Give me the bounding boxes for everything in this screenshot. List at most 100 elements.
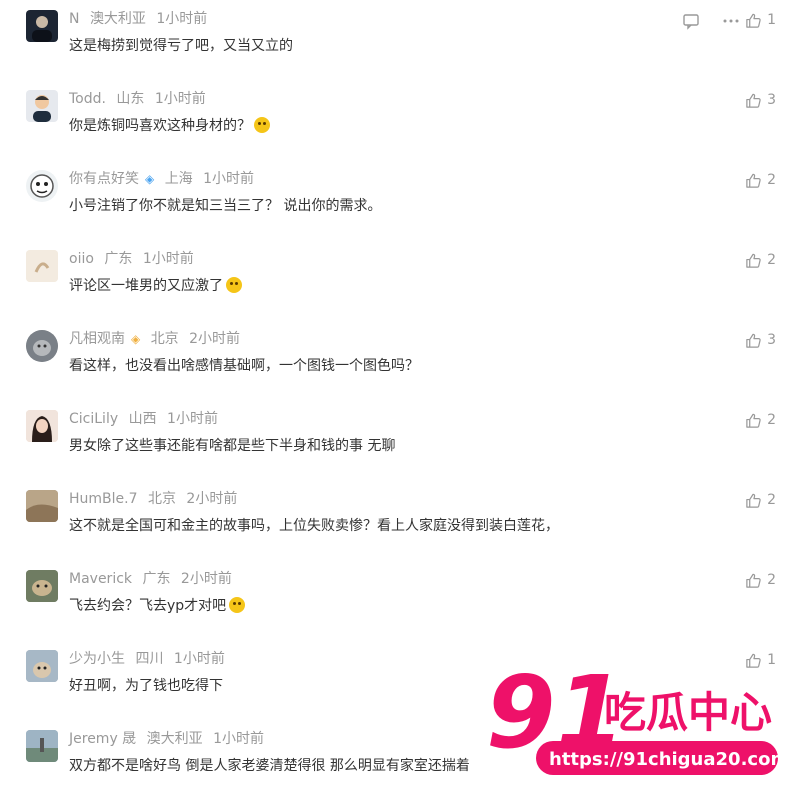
avatar[interactable] [26, 250, 58, 282]
timestamp: 2小时前 [180, 571, 232, 587]
comment-body: 这是梅捞到觉得亏了吧，又当又立的 [69, 38, 293, 54]
avatar[interactable] [26, 90, 58, 122]
location: 北京 [150, 331, 179, 347]
avatar[interactable] [26, 490, 58, 522]
comment-meta: oiio 广东 1小时前 [69, 250, 200, 268]
like-button[interactable]: 2 [745, 250, 776, 270]
comment-body: 你是炼铜吗喜欢这种身材的？ [69, 118, 251, 134]
location: 澳大利亚 [146, 731, 203, 747]
avatar[interactable] [26, 730, 58, 762]
username[interactable]: N [69, 11, 79, 27]
like-count: 1 [767, 12, 776, 28]
username[interactable]: oiio [69, 251, 94, 267]
comment-text: 这不就是全国可和金主的故事吗，上位失败卖惨？看上人家庭没得到装白莲花， [69, 516, 559, 536]
location: 四川 [135, 651, 164, 667]
comment-meta: N 澳大利亚 1小时前 [69, 10, 213, 28]
comment-text: 男女除了这些事还能有啥都是些下半身和钱的事 无聊 [69, 436, 395, 456]
comment-text: 好丑啊，为了钱也吃得下 [69, 676, 223, 696]
like-button[interactable]: 2 [745, 170, 776, 190]
comment-tools [682, 12, 740, 30]
timestamp: 1小时前 [154, 91, 206, 107]
username[interactable]: 凡相观南 [69, 331, 125, 347]
watermark-title: 吃瓜中心 [604, 688, 772, 737]
avatar[interactable] [26, 410, 58, 442]
comment-meta: CiciLily 山西 1小时前 [69, 410, 224, 428]
like-button[interactable]: 2 [745, 490, 776, 510]
comment-text: 你是炼铜吗喜欢这种身材的？ [69, 116, 270, 136]
comment-text: 评论区一堆男的又应激了 [69, 276, 242, 296]
username[interactable]: Maverick [69, 571, 132, 587]
username[interactable]: Jeremy 晟 [69, 731, 136, 747]
emoji-icon [254, 117, 270, 133]
like-button[interactable]: 3 [745, 90, 776, 110]
timestamp: 2小时前 [186, 491, 238, 507]
comment-meta: Jeremy 晟 澳大利亚 1小时前 [69, 730, 270, 748]
comment-text: 看这样，也没看出啥感情基础啊，一个图钱一个图色吗？ [69, 356, 419, 376]
avatar[interactable] [26, 170, 58, 202]
comment-body: 这不就是全国可和金主的故事吗，上位失败卖惨？看上人家庭没得到装白莲花， [69, 518, 559, 534]
comment-meta: Todd. 山东 1小时前 [69, 90, 212, 108]
thumbs-up-icon [746, 493, 761, 508]
comment-item: HumBle.7 北京 2小时前 这不就是全国可和金主的故事吗，上位失败卖惨？看… [0, 490, 800, 570]
timestamp: 1小时前 [203, 171, 255, 187]
thumbs-up-icon [746, 253, 761, 268]
comment-text: 飞去约会？飞去yp才对吧 [69, 596, 246, 616]
username[interactable]: CiciLily [69, 411, 118, 427]
username[interactable]: 你有点好笑 [69, 171, 139, 187]
avatar[interactable] [26, 570, 58, 602]
comment-text: 双方都不是啥好鸟 倒是人家老婆清楚得很 那么明显有家室还揣着 [69, 756, 470, 776]
avatar[interactable] [26, 330, 58, 362]
comment-meta: 你有点好笑 ◈ 上海 1小时前 [69, 170, 260, 188]
like-button[interactable]: 3 [745, 330, 776, 350]
thumbs-up-icon [746, 333, 761, 348]
like-button[interactable]: 2 [745, 410, 776, 430]
thumbs-up-icon [746, 13, 761, 28]
comment-meta: HumBle.7 北京 2小时前 [69, 490, 243, 508]
comment-item: oiio 广东 1小时前 评论区一堆男的又应激了 2 [0, 250, 800, 330]
verified-badge-icon: ◈ [145, 172, 155, 186]
comment-item: 你有点好笑 ◈ 上海 1小时前 小号注销了你不就是知三当三了？ 说出你的需求。 2 [0, 170, 800, 250]
timestamp: 1小时前 [213, 731, 265, 747]
username[interactable]: 少为小生 [69, 651, 125, 667]
like-count: 2 [767, 172, 776, 188]
location: 广东 [104, 251, 133, 267]
like-button[interactable]: 2 [745, 570, 776, 590]
reply-icon[interactable] [682, 12, 700, 30]
comment-item: Maverick 广东 2小时前 飞去约会？飞去yp才对吧 2 [0, 570, 800, 650]
comment-item: N 澳大利亚 1小时前 这是梅捞到觉得亏了吧，又当又立的 1 [0, 10, 800, 90]
location: 山西 [128, 411, 157, 427]
comment-body: 评论区一堆男的又应激了 [69, 278, 223, 294]
like-count: 2 [767, 252, 776, 268]
location: 上海 [164, 171, 193, 187]
comment-body: 飞去约会？飞去yp才对吧 [69, 598, 227, 614]
comment-body: 小号注销了你不就是知三当三了？ 说出你的需求。 [69, 198, 382, 214]
like-count: 3 [767, 92, 776, 108]
username[interactable]: Todd. [69, 91, 106, 107]
comment-item: Todd. 山东 1小时前 你是炼铜吗喜欢这种身材的？ 3 [0, 90, 800, 170]
member-badge-icon: ◈ [131, 332, 141, 346]
timestamp: 1小时前 [142, 251, 194, 267]
comment-text: 小号注销了你不就是知三当三了？ 说出你的需求。 [69, 196, 381, 216]
like-count: 2 [767, 412, 776, 428]
location: 澳大利亚 [89, 11, 146, 27]
comment-item: 凡相观南 ◈ 北京 2小时前 看这样，也没看出啥感情基础啊，一个图钱一个图色吗？ … [0, 330, 800, 410]
thumbs-up-icon [746, 573, 761, 588]
timestamp: 1小时前 [173, 651, 225, 667]
username[interactable]: HumBle.7 [69, 491, 138, 507]
comment-body: 好丑啊，为了钱也吃得下 [69, 678, 223, 694]
thumbs-up-icon [746, 413, 761, 428]
like-count: 2 [767, 572, 776, 588]
emoji-icon [229, 597, 246, 613]
like-button[interactable]: 1 [745, 10, 776, 30]
thumbs-up-icon [746, 173, 761, 188]
avatar[interactable] [26, 650, 58, 682]
comment-body: 双方都不是啥好鸟 倒是人家老婆清楚得很 那么明显有家室还揣着 [69, 758, 470, 774]
comment-text: 这是梅捞到觉得亏了吧，又当又立的 [69, 36, 293, 56]
more-icon[interactable] [722, 12, 740, 30]
site-watermark: 91 吃瓜中心 https://91chigua20.com [485, 653, 789, 780]
like-count: 3 [767, 332, 776, 348]
avatar[interactable] [26, 10, 58, 42]
comment-body: 男女除了这些事还能有啥都是些下半身和钱的事 无聊 [69, 438, 396, 454]
thumbs-up-icon [746, 93, 761, 108]
timestamp: 1小时前 [156, 11, 208, 27]
